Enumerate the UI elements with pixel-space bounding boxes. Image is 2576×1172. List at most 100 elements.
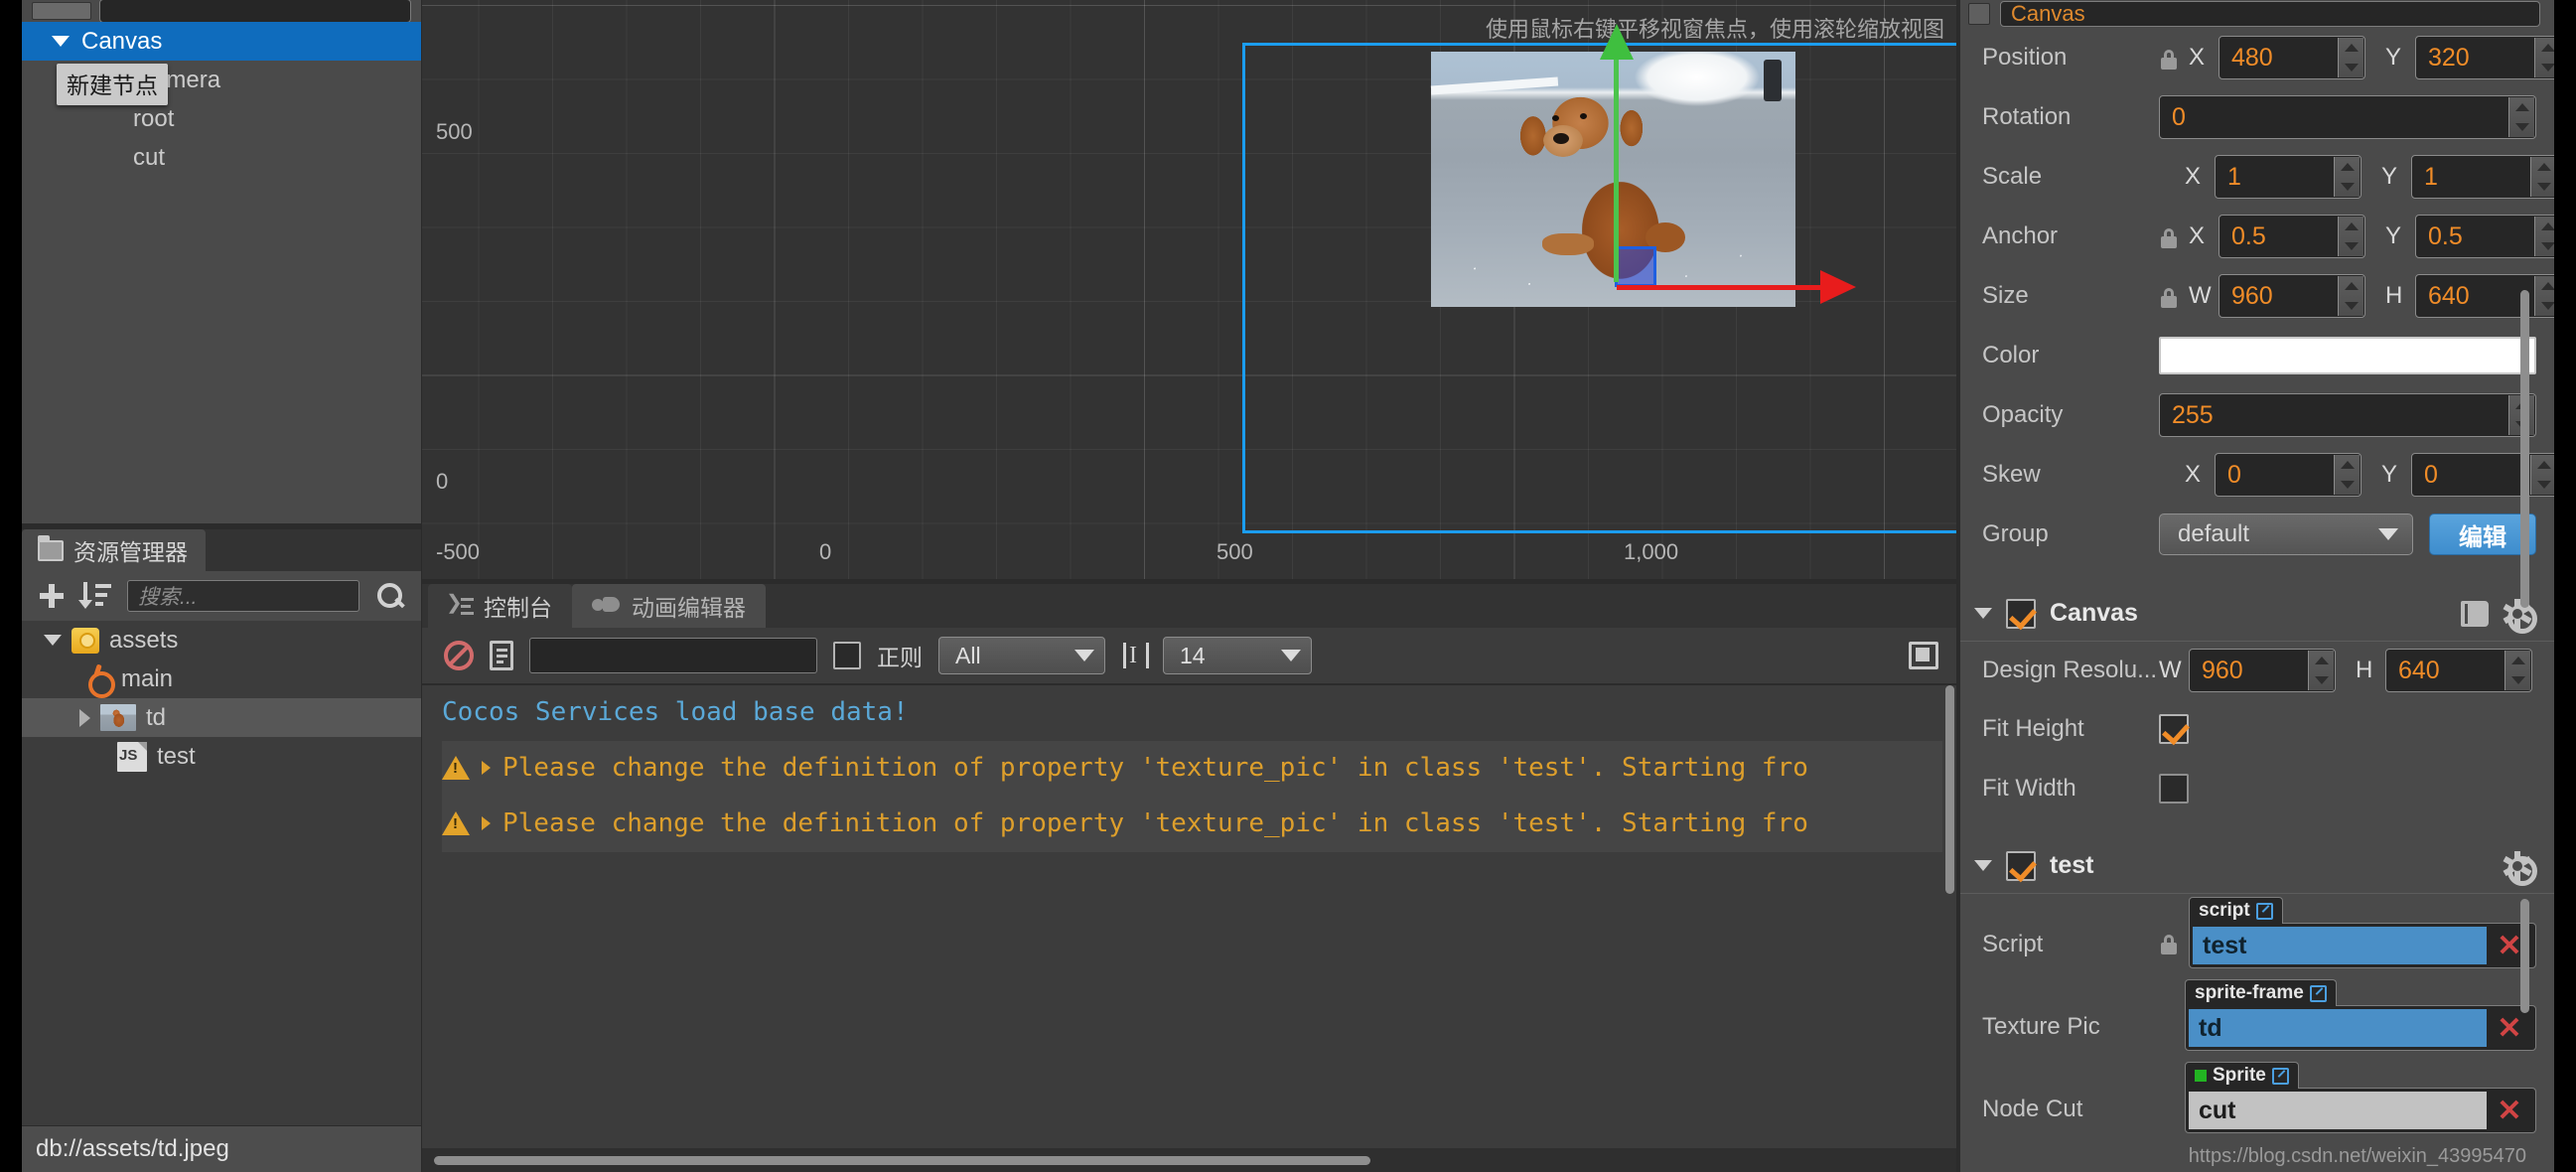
spinner[interactable] [2530, 157, 2554, 197]
help-book-icon[interactable] [2461, 600, 2489, 627]
texture-pic-clear-button[interactable]: ✕ [2487, 1011, 2532, 1046]
position-y-input[interactable]: 320 [2415, 36, 2554, 79]
canvas-component-enabled-checkbox[interactable] [2006, 598, 2036, 629]
external-link-icon[interactable] [2271, 1067, 2289, 1085]
chevron-down-icon[interactable] [1974, 608, 1992, 619]
chevron-right-icon[interactable] [482, 761, 491, 775]
opacity-input[interactable]: 255 [2159, 393, 2536, 437]
skew-x-input[interactable]: 0 [2215, 453, 2361, 497]
chevron-down-icon[interactable] [44, 635, 62, 646]
rotation-input[interactable]: 0 [2159, 95, 2536, 139]
gear-icon[interactable] [2503, 851, 2537, 886]
scene-view[interactable]: 使用鼠标右键平移视窗焦点，使用滚轮缩放视图 500 0 -500 0 500 1… [422, 0, 1956, 584]
regex-checkbox[interactable] [833, 642, 861, 669]
expand-panel-icon[interactable] [1909, 642, 1938, 669]
spinner[interactable] [2334, 157, 2360, 197]
external-link-icon[interactable] [2255, 902, 2273, 920]
spinner[interactable] [2338, 217, 2363, 256]
spinner[interactable] [2338, 38, 2363, 77]
node-cut-ref-field[interactable]: cut ✕ [2185, 1088, 2536, 1133]
chevron-down-icon[interactable] [1974, 860, 1992, 871]
script-ref-field[interactable]: test ✕ [2189, 923, 2536, 968]
position-x-input[interactable]: 480 [2218, 36, 2365, 79]
node-name-input[interactable]: Canvas [2000, 1, 2540, 27]
gizmo-x-axis-arrow[interactable] [1617, 270, 1856, 304]
scale-y-input[interactable]: 1 [2411, 155, 2554, 199]
asset-item-test[interactable]: test [22, 737, 421, 776]
sort-icon[interactable] [78, 582, 111, 610]
spinner[interactable] [2534, 217, 2554, 256]
hierarchy-node-cut[interactable]: cut [22, 138, 421, 177]
spinner[interactable] [2504, 651, 2530, 690]
tab-console[interactable]: 控制台 [428, 584, 572, 628]
test-component-enabled-checkbox[interactable] [2006, 850, 2036, 881]
spinner[interactable] [2508, 97, 2534, 137]
anchor-x-input[interactable]: 0.5 [2218, 215, 2365, 258]
property-label: Group [1982, 520, 2049, 547]
spinner[interactable] [2338, 276, 2363, 316]
assets-search-input[interactable]: 搜索... [127, 580, 359, 612]
tab-assets[interactable]: 资源管理器 [22, 529, 206, 571]
size-h-input[interactable]: 640 [2415, 274, 2554, 318]
document-icon[interactable] [490, 641, 513, 670]
search-icon[interactable] [375, 581, 405, 611]
plus-icon[interactable] [38, 582, 66, 610]
property-label: Node Cut [1982, 1096, 2083, 1122]
anchor-y-input[interactable]: 0.5 [2415, 215, 2554, 258]
font-size-select[interactable]: 14 [1163, 637, 1312, 674]
asset-item-main[interactable]: main [22, 659, 421, 698]
log-row[interactable]: Please change the definition of property… [442, 741, 1942, 797]
hierarchy-search-input[interactable] [99, 0, 411, 23]
spinner[interactable] [2534, 38, 2554, 77]
fit-height-checkbox[interactable] [2159, 714, 2189, 744]
sprite-frame-type-tag[interactable]: sprite-frame [2185, 979, 2337, 1006]
hierarchy-node-canvas[interactable]: Canvas [22, 22, 421, 61]
gizmo-move-handle[interactable] [1615, 246, 1656, 287]
design-resolution-h-input[interactable]: 640 [2385, 649, 2532, 692]
script-type-tag[interactable]: script [2189, 897, 2283, 924]
lock-icon[interactable] [2159, 46, 2185, 70]
spinner[interactable] [2530, 455, 2554, 495]
spinner[interactable] [2334, 455, 2360, 495]
node-cut-ref-value[interactable]: cut [2189, 1092, 2487, 1129]
color-swatch[interactable] [2159, 337, 2536, 374]
assets-tabbar: 资源管理器 [22, 529, 421, 571]
spinner[interactable] [2308, 651, 2334, 690]
inspector-vertical-scrollbar[interactable] [2520, 290, 2529, 608]
log-level-select[interactable]: All [938, 637, 1105, 674]
group-select[interactable]: default [2159, 513, 2413, 555]
texture-pic-ref-value[interactable]: td [2189, 1009, 2487, 1047]
design-resolution-w-input[interactable]: 960 [2189, 649, 2336, 692]
node-enabled-checkbox[interactable] [1968, 3, 1990, 25]
gizmo-y-axis-arrow[interactable] [1600, 24, 1634, 282]
sprite-type-tag[interactable]: Sprite [2185, 1062, 2299, 1089]
console-vertical-scrollbar[interactable] [1945, 685, 1954, 894]
scale-x-input[interactable]: 1 [2215, 155, 2361, 199]
chevron-right-icon[interactable] [482, 816, 491, 830]
asset-item-td[interactable]: td [22, 698, 421, 737]
console-horizontal-scrollbar[interactable] [422, 1148, 1956, 1172]
lock-icon[interactable] [2159, 284, 2185, 308]
inspector-vertical-scrollbar-lower[interactable] [2520, 899, 2529, 1013]
size-w-input[interactable]: 960 [2218, 274, 2365, 318]
console-filter-input[interactable] [529, 638, 817, 673]
log-row[interactable]: Please change the definition of property… [442, 797, 1942, 852]
chevron-right-icon[interactable] [79, 708, 90, 727]
component-header-canvas: Canvas [1960, 586, 2554, 642]
ban-clear-icon[interactable] [444, 641, 474, 670]
tab-animation-editor[interactable]: 动画编辑器 [572, 584, 766, 628]
lock-icon[interactable] [2159, 224, 2185, 248]
texture-pic-ref-field[interactable]: td ✕ [2185, 1005, 2536, 1051]
skew-y-input[interactable]: 0 [2411, 453, 2554, 497]
hierarchy-create-node-button[interactable] [32, 2, 91, 20]
script-ref-value[interactable]: test [2193, 927, 2487, 964]
scrollbar-thumb[interactable] [434, 1155, 1371, 1165]
chevron-down-icon[interactable] [52, 36, 70, 47]
spinner[interactable] [2534, 276, 2554, 316]
lock-icon[interactable] [2159, 931, 2185, 954]
fit-width-checkbox[interactable] [2159, 774, 2189, 804]
log-row[interactable]: Cocos Services load base data! [442, 685, 1942, 741]
external-link-icon[interactable] [2309, 984, 2327, 1002]
node-cut-clear-button[interactable]: ✕ [2487, 1094, 2532, 1128]
asset-item-assets[interactable]: assets [22, 621, 421, 659]
